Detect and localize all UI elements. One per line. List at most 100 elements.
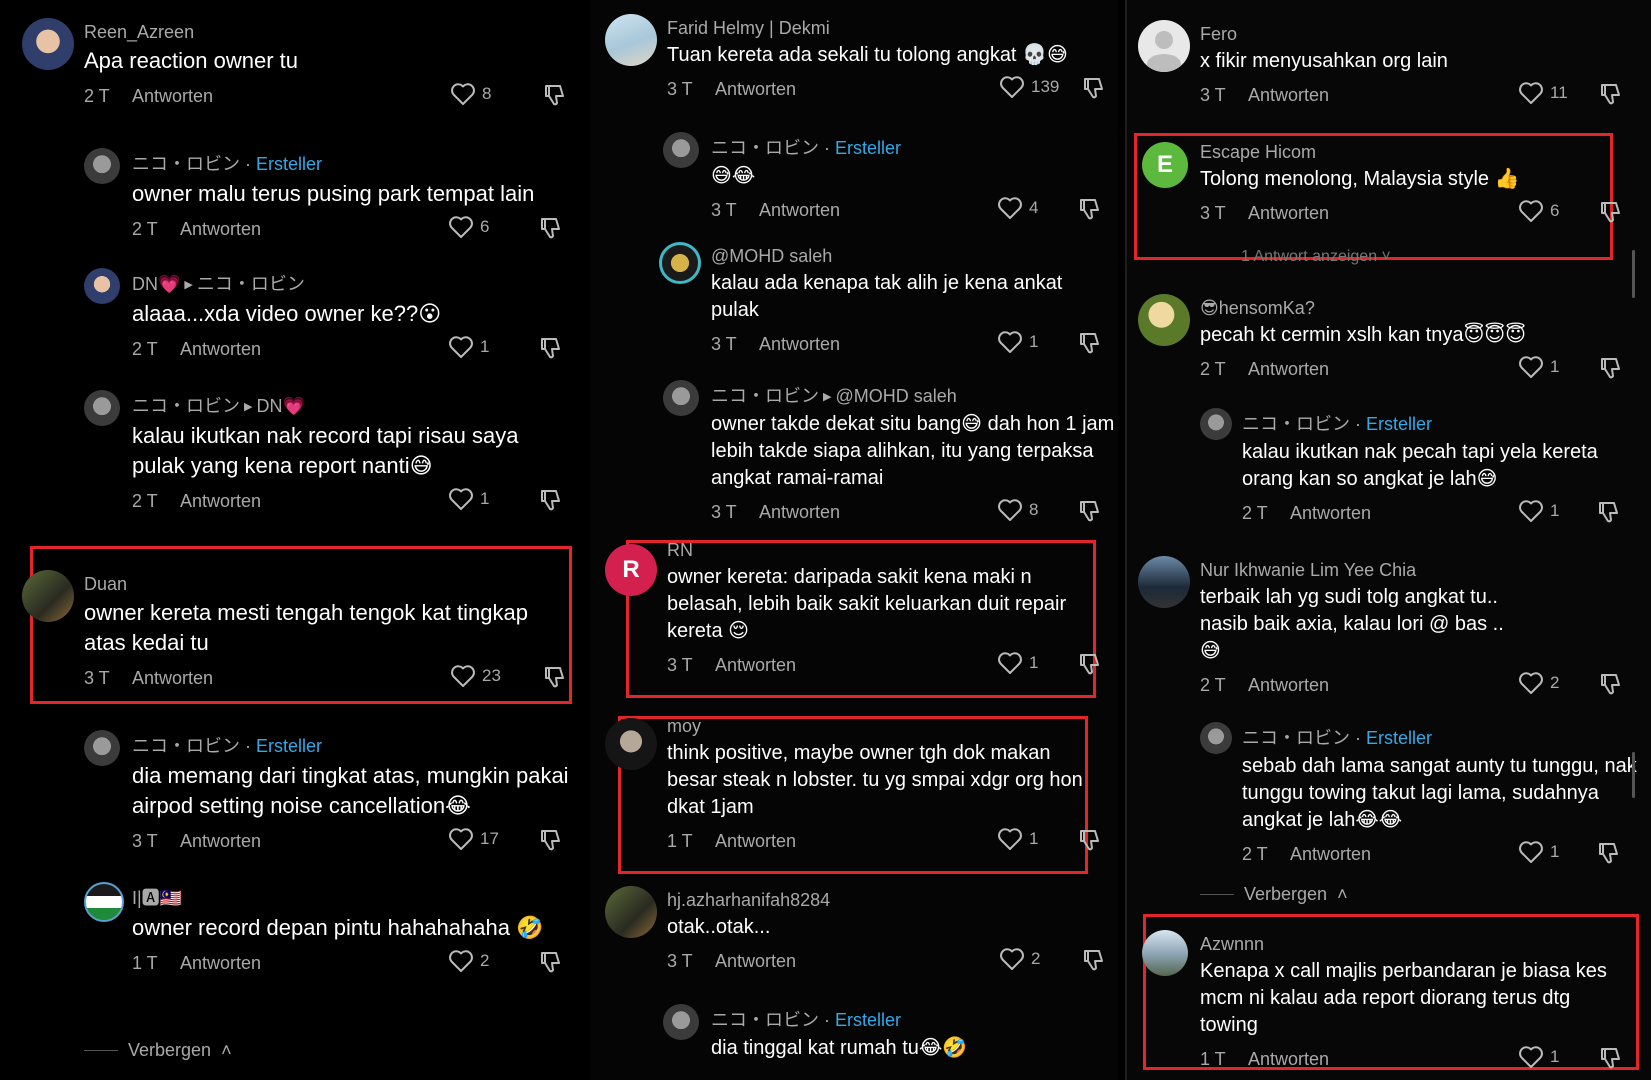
like-button[interactable]: 1 [1518, 840, 1559, 864]
like-button[interactable]: 1 [1518, 499, 1559, 523]
dislike-icon[interactable] [1077, 651, 1103, 677]
dislike-icon[interactable] [1081, 947, 1107, 973]
comment-username[interactable]: Azwnnn [1200, 934, 1630, 955]
comment-username[interactable]: ニコ・ロビン · Ersteller [711, 1006, 1111, 1032]
avatar[interactable]: E [1142, 142, 1188, 188]
reply-button[interactable]: Antworten [1248, 675, 1329, 696]
reply-button[interactable]: Antworten [132, 86, 213, 107]
dislike-icon[interactable] [1598, 671, 1624, 697]
dislike-icon[interactable] [1077, 330, 1103, 356]
avatar[interactable] [1138, 294, 1190, 346]
dislike-icon[interactable] [1081, 75, 1107, 101]
like-button[interactable]: 8 [997, 498, 1038, 522]
reply-button[interactable]: Antworten [1248, 203, 1329, 224]
dislike-icon[interactable] [538, 487, 564, 513]
reply-button[interactable]: Antworten [759, 502, 840, 523]
comment-username[interactable]: ニコ・ロビン · Ersteller [132, 732, 582, 758]
comment-username[interactable]: ニコ・ロビン ▶ @MOHD saleh [711, 382, 1116, 408]
dislike-icon[interactable] [1598, 199, 1624, 225]
reply-button[interactable]: Antworten [132, 668, 213, 689]
comment-username[interactable]: RN [667, 540, 1092, 561]
like-button[interactable]: 1 [448, 487, 489, 511]
avatar[interactable] [659, 242, 701, 284]
like-button[interactable]: 4 [997, 196, 1038, 220]
like-button[interactable]: 1 [997, 330, 1038, 354]
dislike-icon[interactable] [1077, 196, 1103, 222]
avatar[interactable] [1138, 20, 1190, 72]
reply-button[interactable]: Antworten [1290, 503, 1371, 524]
avatar[interactable] [663, 132, 699, 168]
hide-replies-button[interactable]: Verbergen ˄ [1200, 884, 1348, 905]
comment-username[interactable]: @MOHD saleh [711, 246, 1111, 267]
reply-button[interactable]: Antworten [180, 339, 261, 360]
dislike-icon[interactable] [538, 949, 564, 975]
avatar[interactable]: R [605, 544, 657, 596]
dislike-icon[interactable] [1077, 827, 1103, 853]
reply-button[interactable]: Antworten [180, 953, 261, 974]
like-button[interactable]: 6 [448, 215, 489, 239]
reply-button[interactable]: Antworten [715, 79, 796, 100]
hide-replies-button[interactable]: Verbergen ˄ [84, 1040, 232, 1061]
dislike-icon[interactable] [1598, 355, 1624, 381]
avatar[interactable] [605, 886, 657, 938]
dislike-icon[interactable] [1598, 1045, 1624, 1071]
comment-username[interactable]: ニコ・ロビン · Ersteller [711, 134, 1111, 160]
dislike-icon[interactable] [538, 827, 564, 853]
comment-username[interactable]: ニコ・ロビン · Ersteller [1242, 724, 1637, 750]
reply-button[interactable]: Antworten [180, 831, 261, 852]
dislike-icon[interactable] [1598, 81, 1624, 107]
avatar[interactable] [605, 718, 657, 770]
avatar[interactable] [84, 390, 120, 426]
comment-username[interactable]: moy [667, 716, 1092, 737]
avatar[interactable] [22, 18, 74, 70]
reply-button[interactable]: Antworten [1248, 359, 1329, 380]
avatar[interactable] [84, 730, 120, 766]
like-button[interactable]: 11 [1518, 81, 1568, 105]
like-button[interactable]: 1 [997, 827, 1038, 851]
like-button[interactable]: 1 [997, 651, 1038, 675]
avatar[interactable] [1142, 930, 1188, 976]
avatar[interactable] [1200, 722, 1232, 754]
comment-username[interactable]: ニコ・ロビン ▶ DN💗 [132, 392, 572, 418]
like-button[interactable]: 1 [1518, 355, 1559, 379]
like-button[interactable]: 23 [450, 664, 501, 688]
like-button[interactable]: 2 [448, 949, 489, 973]
comment-username[interactable]: Nur Ikhwanie Lim Yee Chia [1200, 560, 1630, 581]
like-button[interactable]: 2 [1518, 671, 1559, 695]
avatar[interactable] [84, 148, 120, 184]
comment-username[interactable]: 😎hensomKa? [1200, 298, 1630, 319]
comment-username[interactable]: ニコ・ロビン · Ersteller [132, 150, 562, 176]
dislike-icon[interactable] [542, 664, 568, 690]
dislike-icon[interactable] [538, 335, 564, 361]
comment-username[interactable]: hj.azharhanifah8284 [667, 890, 1112, 911]
dislike-icon[interactable] [538, 215, 564, 241]
like-button[interactable]: 2 [999, 947, 1040, 971]
avatar[interactable] [22, 570, 74, 622]
reply-button[interactable]: Antworten [180, 219, 261, 240]
comment-username[interactable]: Duan [84, 574, 554, 595]
avatar[interactable] [663, 1004, 699, 1040]
like-button[interactable]: 139 [999, 75, 1059, 99]
like-button[interactable]: 1 [448, 335, 489, 359]
comment-username[interactable]: Escape Hicom [1200, 142, 1630, 163]
reply-button[interactable]: Antworten [759, 200, 840, 221]
reply-button[interactable]: Antworten [1290, 844, 1371, 865]
comment-username[interactable]: Farid Helmy | Dekmi [667, 18, 1112, 39]
show-replies-button[interactable]: 1 Antwort anzeigen ˅ [1241, 248, 1391, 266]
scrollbar[interactable] [1632, 250, 1635, 298]
reply-button[interactable]: Antworten [1248, 85, 1329, 106]
dislike-icon[interactable] [542, 82, 568, 108]
scrollbar[interactable] [1632, 752, 1635, 798]
comment-username[interactable]: I|🅰🇲🇾 [132, 884, 562, 910]
comment-username[interactable]: Reen_Azreen [84, 22, 554, 43]
comment-username[interactable]: DN💗 ▶ ニコ・ロビン [132, 270, 562, 296]
like-button[interactable]: 17 [448, 827, 499, 851]
dislike-icon[interactable] [1596, 499, 1622, 525]
avatar[interactable] [1138, 556, 1190, 608]
avatar[interactable] [663, 380, 699, 416]
reply-button[interactable]: Antworten [715, 951, 796, 972]
avatar[interactable] [605, 14, 657, 66]
like-button[interactable]: 6 [1518, 199, 1559, 223]
dislike-icon[interactable] [1077, 498, 1103, 524]
comment-username[interactable]: ニコ・ロビン · Ersteller [1242, 410, 1637, 436]
